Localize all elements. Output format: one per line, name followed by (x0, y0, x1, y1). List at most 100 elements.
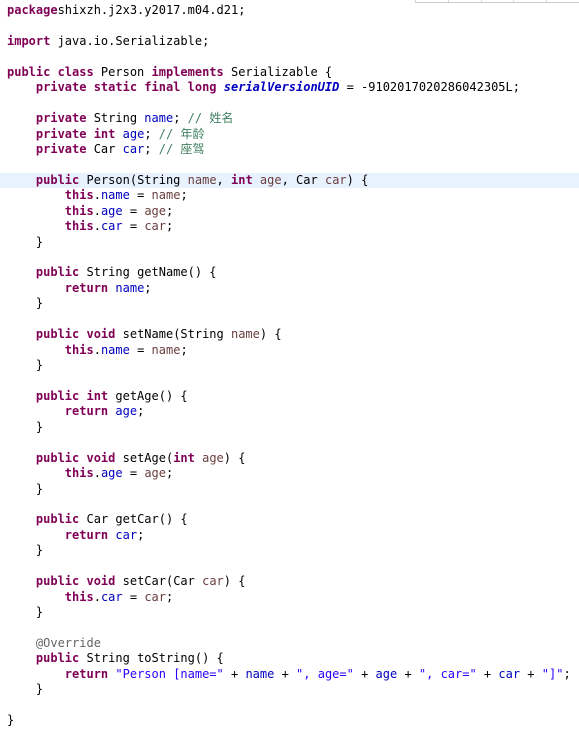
code-line[interactable] (0, 18, 579, 33)
code-text: , (216, 172, 231, 187)
code-text: ; (180, 188, 188, 203)
string-literal: ", car=" (418, 666, 477, 681)
code-text: ) { (223, 450, 246, 465)
code-line[interactable]: import java.io.Serializable; (0, 34, 579, 49)
code-line[interactable]: private Car car; // 座驾 (0, 142, 579, 157)
code-line[interactable] (0, 497, 579, 512)
code-line[interactable] (0, 96, 579, 111)
code-line[interactable]: } (0, 296, 579, 311)
code-line[interactable]: } (0, 713, 579, 728)
code-text: ) { (346, 172, 369, 187)
code-line[interactable]: } (0, 358, 579, 373)
code-text: ; (137, 527, 145, 542)
code-text: = (129, 342, 152, 357)
keyword: this (64, 466, 94, 481)
code-line[interactable]: } (0, 543, 579, 558)
code-line[interactable]: @Override (0, 636, 579, 651)
code-text: = (122, 203, 145, 218)
static-field: serialVersionUID (223, 80, 340, 95)
grid-cell (480, 0, 514, 2)
code-text: } (7, 234, 44, 249)
code-text: ) { (223, 574, 246, 589)
code-line[interactable] (0, 312, 579, 327)
code-line[interactable]: private static final long serialVersionU… (0, 80, 579, 95)
code-line[interactable]: public void setName(String name) { (0, 327, 579, 342)
code-line[interactable]: this.age = age; (0, 466, 579, 481)
code-text: + (223, 666, 246, 681)
code-line[interactable]: this.car = car; (0, 219, 579, 234)
code-line[interactable]: public String toString() { (0, 651, 579, 666)
code-text: } (7, 543, 44, 558)
code-editor[interactable]: packageshixzh.j2x3.y2017.m04.d21; import … (0, 3, 579, 729)
code-text: Serializable { (223, 64, 333, 79)
code-line[interactable]: return "Person [name=" + name + ", age="… (0, 667, 579, 682)
code-line[interactable]: public void setAge(int age) { (0, 451, 579, 466)
code-line[interactable]: public Car getCar() { (0, 512, 579, 527)
code-line[interactable]: public Person(String name, int age, Car … (0, 172, 579, 189)
code-text: . (93, 342, 101, 357)
code-line[interactable] (0, 374, 579, 389)
code-line[interactable]: public void setCar(Car car) { (0, 574, 579, 589)
parameter: car (324, 172, 347, 187)
keyword: public (35, 512, 80, 527)
code-line[interactable]: this.name = name; (0, 188, 579, 203)
keyword: public (35, 651, 80, 666)
code-line[interactable] (0, 559, 579, 574)
code-line[interactable]: } (0, 420, 579, 435)
code-line[interactable] (0, 435, 579, 450)
field-ref: age (122, 126, 145, 141)
keyword: public void (35, 450, 116, 465)
code-text: setName(String (115, 327, 231, 342)
code-text: String getName() { (79, 265, 217, 280)
code-text: , Car (281, 172, 325, 187)
code-line[interactable]: } (0, 482, 579, 497)
code-line[interactable]: return age; (0, 404, 579, 419)
parameter: name (230, 327, 260, 342)
code-line[interactable]: public class Person implements Serializa… (0, 65, 579, 80)
keyword: public int (35, 388, 109, 403)
code-line[interactable]: } (0, 605, 579, 620)
code-text: } (7, 296, 44, 311)
code-line[interactable]: public String getName() { (0, 265, 579, 280)
grid-cell (415, 0, 448, 2)
field-ref: name (100, 342, 130, 357)
code-line[interactable]: } (0, 682, 579, 697)
keyword: return (64, 666, 109, 681)
code-line[interactable] (0, 698, 579, 713)
parameter: car (144, 219, 166, 234)
keyword: private (35, 111, 87, 126)
code-line[interactable]: return car; (0, 528, 579, 543)
code-text: + (353, 666, 376, 681)
code-text: + (476, 666, 499, 681)
code-line[interactable] (0, 250, 579, 265)
string-literal: ", age=" (296, 666, 354, 681)
field-ref: age (100, 466, 123, 481)
code-line[interactable]: public int getAge() { (0, 389, 579, 404)
code-line[interactable] (0, 157, 579, 172)
code-line[interactable]: this.name = name; (0, 343, 579, 358)
code-text: + (397, 666, 419, 681)
code-line[interactable]: } (0, 235, 579, 250)
code-line[interactable]: this.car = car; (0, 590, 579, 605)
code-line[interactable]: this.age = age; (0, 204, 579, 219)
keyword: this (64, 219, 94, 234)
code-text: = (122, 466, 145, 481)
code-text: . (93, 466, 101, 481)
code-text: = (122, 219, 145, 234)
code-line[interactable] (0, 49, 579, 64)
code-line[interactable]: packageshixzh.j2x3.y2017.m04.d21; (0, 3, 579, 18)
code-line[interactable]: private String name; // 姓名 (0, 111, 579, 126)
code-text: } (7, 358, 44, 373)
code-line[interactable]: private int age; // 年龄 (0, 127, 579, 142)
code-line[interactable]: return name; (0, 281, 579, 296)
code-line[interactable] (0, 621, 579, 636)
keyword: int (173, 450, 195, 465)
keyword: private (35, 141, 87, 156)
code-text: String toString() { (79, 651, 224, 666)
parameter: age (202, 450, 224, 465)
keyword: import (7, 33, 51, 48)
